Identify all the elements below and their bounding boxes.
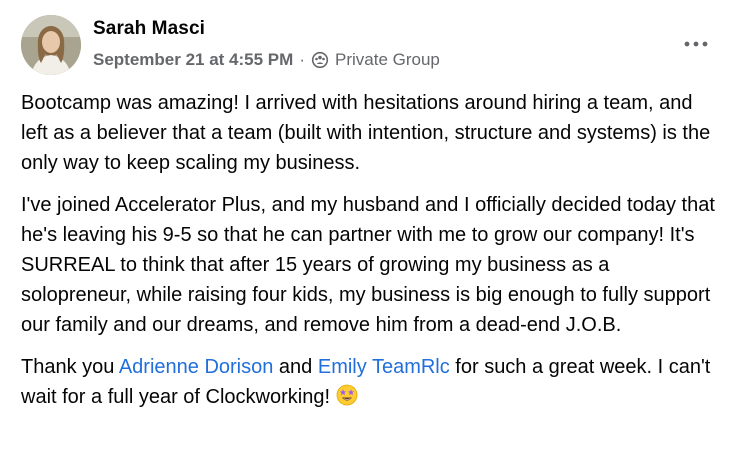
mention-emily-teamrlc[interactable]: Emily TeamRlc: [318, 356, 450, 378]
post-paragraph-1: Bootcamp was amazing! I arrived with hes…: [21, 92, 711, 174]
meta-separator: ·: [299, 50, 305, 69]
post-paragraph-3: Thank you Adrienne Dorison and Emily Tea…: [21, 352, 721, 412]
post-body: Bootcamp was amazing! I arrived with hes…: [21, 88, 721, 424]
mention-adrienne-dorison[interactable]: Adrienne Dorison: [119, 356, 274, 378]
author-name[interactable]: Sarah Masci: [93, 18, 205, 40]
avatar[interactable]: [21, 15, 81, 75]
post-paragraph-2: I've joined Accelerator Plus, and my hus…: [21, 194, 715, 336]
more-options-button[interactable]: [676, 28, 716, 60]
more-options-icon: [684, 41, 708, 47]
paragraph-text: Thank you: [21, 356, 119, 378]
star-struck-emoji-icon: [336, 384, 358, 406]
paragraph-text: and: [273, 356, 318, 378]
post-card: Sarah Masci September 21 at 4:55 PM · Pr…: [0, 0, 740, 462]
audience-label: Private Group: [334, 50, 440, 69]
post-timestamp[interactable]: September 21 at 4:55 PM: [93, 50, 293, 70]
post-meta: September 21 at 4:55 PM · Private Group: [93, 50, 440, 70]
private-group-icon: [311, 51, 329, 69]
